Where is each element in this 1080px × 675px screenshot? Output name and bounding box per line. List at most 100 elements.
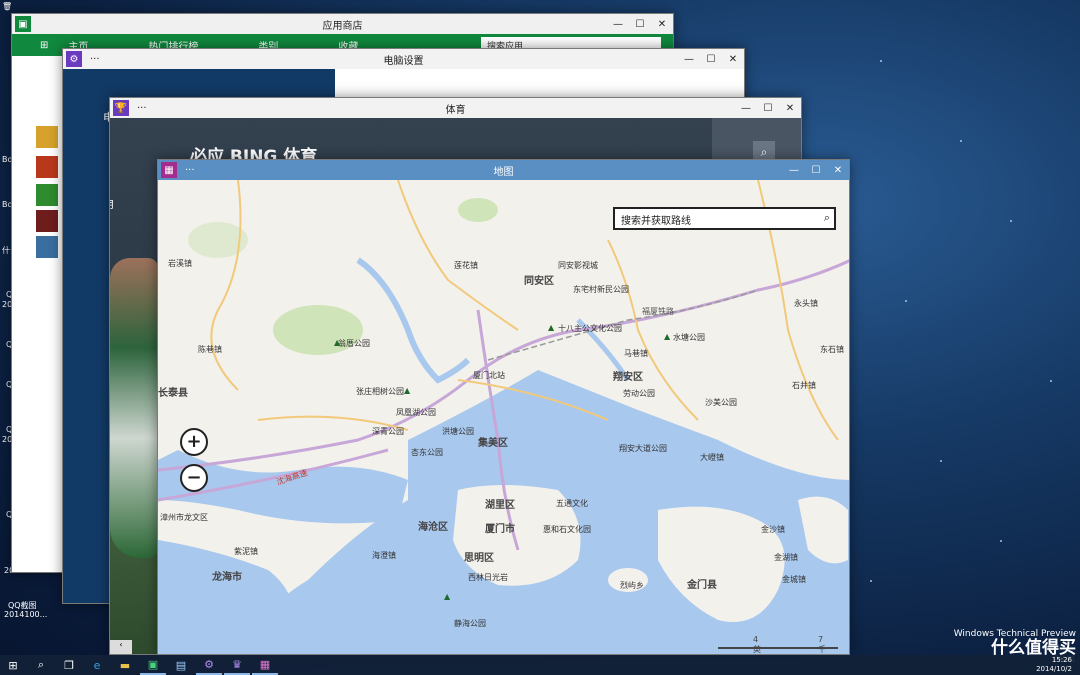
search-icon[interactable]: ⌕: [824, 211, 830, 225]
map-label: 厦门北站: [473, 371, 505, 380]
map-label: 东石镇: [820, 345, 844, 354]
search-icon[interactable]: ⌕: [28, 655, 54, 675]
window-title: 体育: [445, 104, 466, 116]
settings-titlebar[interactable]: ⚙ ··· 电脑设置 — ☐ ✕: [63, 49, 744, 69]
notepad-icon[interactable]: ▤: [168, 655, 194, 675]
app-tile[interactable]: [36, 156, 58, 178]
window-title: 应用商店: [322, 20, 363, 32]
desktop-icon-label[interactable]: 2014100...: [4, 610, 47, 619]
start-icon[interactable]: ⊞: [0, 655, 26, 675]
taskbar: ⊞ ⌕ ❐ e ▬ ▣ ▤ ⚙ ♛ ▦ 15:26 2014/10/2: [0, 655, 1080, 675]
map-label: 五通文化: [556, 499, 588, 508]
park-icon: ▲: [444, 592, 451, 601]
close-button[interactable]: ✕: [827, 165, 849, 176]
map-label: 漳州市龙文区: [160, 513, 208, 522]
settings-menu-letter[interactable]: 用: [110, 196, 114, 211]
app-tile[interactable]: [36, 184, 58, 206]
map-label: 张庄相树公园: [356, 387, 404, 396]
park-icon: ▲: [334, 338, 341, 347]
map-label: 惠和石文化园: [543, 525, 591, 534]
map-titlebar[interactable]: ▦ ··· 地图 — ☐ ✕: [158, 160, 849, 180]
more-icon[interactable]: ···: [185, 165, 195, 176]
map-label: 同安区: [524, 276, 554, 287]
map-canvas[interactable]: 同安区 翔安区 集美区 湖里区 海沧区 厦门市 思明区 龙海市 金门县 长泰县 …: [158, 180, 849, 654]
task-view-icon[interactable]: ❐: [56, 655, 82, 675]
map-label: 永头镇: [794, 299, 818, 308]
map-label: 金湖镇: [774, 553, 798, 562]
settings-icon[interactable]: ⚙: [196, 655, 222, 675]
map-label: 长泰县: [158, 388, 188, 399]
map-label: 岩溪镇: [168, 259, 192, 268]
store-icon: ▣: [15, 16, 31, 32]
map-label: 马巷镇: [624, 349, 648, 358]
minimize-button[interactable]: —: [678, 54, 700, 65]
sports-icon[interactable]: ♛: [224, 655, 250, 675]
close-button[interactable]: ✕: [651, 19, 673, 30]
zoom-in-button[interactable]: +: [180, 428, 208, 456]
scale-miles: 4 英里: [753, 635, 761, 654]
desktop-icon-recycle[interactable]: 🗑: [2, 2, 12, 11]
maps-icon: ▦: [161, 162, 177, 178]
map-label: 沙美公园: [705, 398, 737, 407]
system-clock[interactable]: 15:26 2014/10/2: [1036, 656, 1072, 674]
store-icon[interactable]: ▣: [140, 655, 166, 675]
map-label: 金沙镇: [761, 525, 785, 534]
map-label: 深青公园: [372, 427, 404, 436]
map-label: 龙海市: [212, 572, 242, 583]
explorer-icon[interactable]: ▬: [112, 655, 138, 675]
map-label: 石井镇: [792, 381, 816, 390]
park-icon: ▲: [548, 323, 555, 332]
sports-titlebar[interactable]: 🏆 ··· 体育 — ☐ ✕: [110, 98, 801, 118]
minimize-button[interactable]: —: [607, 19, 629, 30]
park-icon: ▲: [404, 386, 411, 395]
map-label: 海沧区: [418, 522, 448, 533]
more-icon[interactable]: ···: [137, 103, 147, 114]
window-title: 地图: [493, 166, 514, 178]
close-button[interactable]: ✕: [722, 54, 744, 65]
map-label: 翔安区: [613, 372, 643, 383]
clock-time: 15:26: [1051, 656, 1072, 664]
park-icon: ▲: [664, 332, 671, 341]
maps-icon[interactable]: ▦: [252, 655, 278, 675]
map-label: 莲花镇: [454, 261, 478, 270]
map-label: 翁厝公园: [338, 339, 370, 348]
maximize-button[interactable]: ☐: [700, 54, 722, 65]
map-search-input[interactable]: 搜索并获取路线 ⌕: [613, 207, 836, 230]
map-label: 杏东公园: [411, 448, 443, 457]
app-tile[interactable]: [36, 236, 58, 258]
trophy-icon: 🏆: [113, 100, 129, 116]
more-icon[interactable]: ···: [90, 54, 100, 65]
store-logo-icon: ⊞: [40, 39, 49, 51]
clock-date: 2014/10/2: [1036, 665, 1072, 673]
map-label: 东宅村新民公园: [573, 285, 629, 294]
window-title: 电脑设置: [383, 55, 424, 67]
minimize-button[interactable]: —: [735, 103, 757, 114]
close-button[interactable]: ✕: [779, 103, 801, 114]
map-label: 翔安大道公园: [619, 444, 667, 453]
map-label: 十八主公文化公园: [558, 324, 622, 333]
map-label: 烈屿乡: [620, 581, 644, 590]
ie-icon[interactable]: e: [84, 655, 110, 675]
player-image: [110, 258, 158, 558]
maximize-button[interactable]: ☐: [805, 165, 827, 176]
maximize-button[interactable]: ☐: [629, 19, 651, 30]
map-label: 洪塘公园: [442, 427, 474, 436]
zoom-out-button[interactable]: −: [180, 464, 208, 492]
scroll-left-button[interactable]: ‹: [110, 640, 132, 654]
scale-km: 7 千米: [818, 635, 826, 654]
map-label: 西林日光岩: [468, 573, 508, 582]
map-label: 水塘公园: [673, 333, 705, 342]
store-titlebar[interactable]: ▣ 应用商店 — ☐ ✕: [12, 14, 673, 34]
app-tile[interactable]: [36, 210, 58, 232]
map-label: 思明区: [464, 553, 494, 564]
map-label: 金城镇: [782, 575, 806, 584]
watermark-brand: 什么值得买: [991, 638, 1076, 658]
minimize-button[interactable]: —: [783, 165, 805, 176]
map-label: 湖里区: [485, 500, 515, 511]
app-tile[interactable]: [36, 126, 58, 148]
map-label: 金门县: [687, 580, 717, 591]
settings-icon: ⚙: [66, 51, 82, 67]
maximize-button[interactable]: ☐: [757, 103, 779, 114]
map-label: 劳动公园: [623, 389, 655, 398]
map-label: 陈巷镇: [198, 345, 222, 354]
